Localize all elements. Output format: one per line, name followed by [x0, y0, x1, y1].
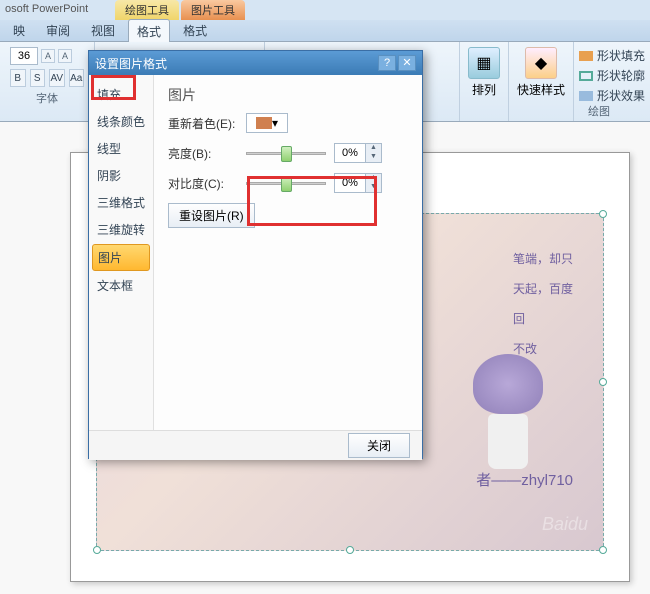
resize-handle[interactable] — [346, 546, 354, 554]
nav-line-color[interactable]: 线条颜色 — [89, 108, 153, 135]
brightness-label: 亮度(B): — [168, 145, 238, 162]
dialog-content: 图片 重新着色(E): ▾ 亮度(B): ▲▼ 对比度(C): ▲▼ — [154, 75, 422, 430]
nav-shadow[interactable]: 阴影 — [89, 162, 153, 189]
strike-button[interactable]: S — [30, 69, 46, 87]
contrast-value[interactable] — [335, 174, 365, 192]
quickstyle-label: 快速样式 — [517, 81, 565, 98]
quickstyle-group: ◆ 快速样式 — [508, 42, 573, 121]
shape-styles-group: 形状填充 形状轮廓 形状效果 — [573, 42, 650, 121]
shape-outline-menu[interactable]: 形状轮廓 — [579, 67, 645, 84]
spin-down-icon[interactable]: ▼ — [365, 153, 381, 162]
nav-fill[interactable]: 填充 — [89, 81, 153, 108]
drawing-group-label: 绘图 — [588, 103, 610, 119]
ribbon-tabs: 映 审阅 视图 格式 格式 — [0, 20, 650, 42]
resize-handle[interactable] — [599, 546, 607, 554]
nav-3d-rotation[interactable]: 三维旋转 — [89, 216, 153, 243]
dialog-close-button[interactable]: ✕ — [398, 55, 416, 71]
recolor-label: 重新着色(E): — [168, 115, 238, 132]
ribbon-tab-format2[interactable]: 格式 — [175, 19, 215, 42]
ribbon-tab-review[interactable]: 审阅 — [38, 19, 78, 42]
quickstyle-icon[interactable]: ◆ — [525, 47, 557, 79]
contextual-tabs: 绘图工具 图片工具 — [0, 0, 650, 20]
font-size-input[interactable]: 36 — [10, 47, 38, 65]
nav-3d-format[interactable]: 三维格式 — [89, 189, 153, 216]
spin-down-icon[interactable]: ▼ — [365, 183, 381, 192]
shrink-font-icon[interactable]: A — [58, 49, 72, 63]
dialog-title: 设置图片格式 — [95, 55, 167, 72]
shape-effects-menu[interactable]: 形状效果 — [579, 87, 645, 104]
resize-handle[interactable] — [599, 210, 607, 218]
tab-drawing-tools[interactable]: 绘图工具 — [115, 0, 179, 20]
font-group-label: 字体 — [10, 90, 84, 106]
contrast-slider[interactable] — [246, 174, 326, 192]
case-button[interactable]: Aa — [69, 69, 85, 87]
arrange-icon[interactable]: ▦ — [468, 47, 500, 79]
brightness-slider[interactable] — [246, 144, 326, 162]
product-name: osoft PowerPoint — [5, 3, 88, 15]
brightness-spinner[interactable]: ▲▼ — [334, 143, 382, 163]
dialog-help-button[interactable]: ? — [378, 55, 396, 71]
nav-picture[interactable]: 图片 — [92, 244, 150, 271]
watermark: Baidu — [542, 514, 588, 535]
nav-line-style[interactable]: 线型 — [89, 135, 153, 162]
spin-up-icon[interactable]: ▲ — [365, 174, 381, 183]
grow-font-icon[interactable]: A — [41, 49, 55, 63]
bold-button[interactable]: B — [10, 69, 26, 87]
decorative-vase — [473, 354, 543, 474]
brightness-value[interactable] — [335, 144, 365, 162]
ribbon-tab-view[interactable]: 视图 — [83, 19, 123, 42]
resize-handle[interactable] — [93, 546, 101, 554]
arrange-group: ▦ 排列 — [459, 42, 508, 121]
dialog-footer: 关闭 — [89, 430, 422, 460]
ribbon-tab-format[interactable]: 格式 — [128, 19, 170, 43]
reset-picture-button[interactable]: 重设图片(R) — [168, 203, 255, 228]
format-picture-dialog: 设置图片格式 ? ✕ 填充 线条颜色 线型 阴影 三维格式 三维旋转 图片 文本… — [88, 50, 423, 459]
contrast-spinner[interactable]: ▲▼ — [334, 173, 382, 193]
slide-text: 笔端，却只天起，百度 回不改 — [513, 244, 573, 364]
font-group: 36 A A B S AV Aa 字体 — [0, 42, 95, 121]
arrange-label: 排列 — [472, 81, 496, 98]
recolor-dropdown[interactable]: ▾ — [246, 113, 288, 133]
author-text: 者——zhyl710 — [476, 469, 573, 490]
ribbon-tab[interactable]: 映 — [5, 19, 33, 42]
spin-up-icon[interactable]: ▲ — [365, 144, 381, 153]
dialog-nav: 填充 线条颜色 线型 阴影 三维格式 三维旋转 图片 文本框 — [89, 75, 154, 430]
tab-picture-tools[interactable]: 图片工具 — [181, 0, 245, 20]
shape-fill-menu[interactable]: 形状填充 — [579, 47, 645, 64]
spacing-button[interactable]: AV — [49, 69, 65, 87]
nav-textbox[interactable]: 文本框 — [89, 272, 153, 299]
resize-handle[interactable] — [599, 378, 607, 386]
close-button[interactable]: 关闭 — [348, 433, 410, 458]
contrast-label: 对比度(C): — [168, 175, 238, 192]
section-heading: 图片 — [168, 85, 408, 105]
dialog-titlebar[interactable]: 设置图片格式 ? ✕ — [89, 51, 422, 75]
